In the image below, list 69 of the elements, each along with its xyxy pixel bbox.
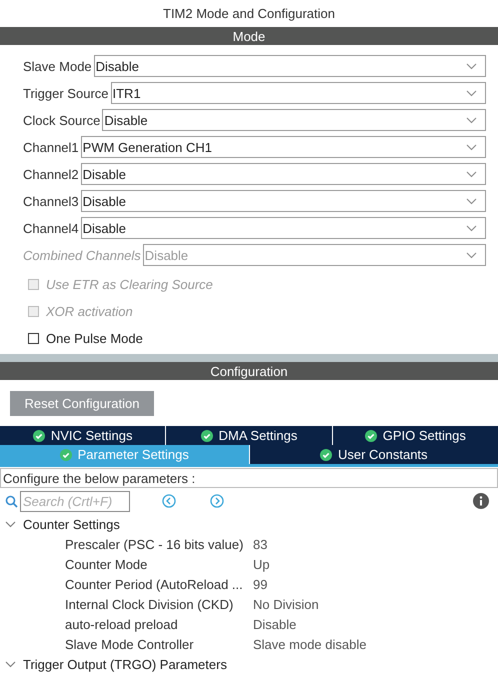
parameter-name: auto-reload preload	[65, 616, 179, 632]
parameter-name: Prescaler (PSC - 16 bits value)	[65, 536, 244, 552]
previous-icon[interactable]	[162, 494, 176, 508]
dropdown[interactable]: Disable	[80, 190, 486, 212]
parameter-name: Internal Clock Division (CKD)	[65, 596, 234, 612]
chevron-down-icon[interactable]	[5, 658, 16, 670]
window-title: TIM2 Mode and Configuration	[162, 5, 336, 23]
field-label: Channel4	[23, 220, 79, 236]
dropdown[interactable]: Disable	[102, 109, 486, 131]
parameter-value[interactable]: Up	[253, 556, 270, 572]
hint-text: Configure the below parameters :	[0, 468, 498, 488]
tab[interactable]: DMA Settings	[166, 426, 333, 445]
field-label: Clock Source	[23, 112, 100, 128]
parameter-name: Counter Period (AutoReload ...	[65, 576, 244, 592]
section-header: Mode	[0, 27, 498, 45]
section-header: Configuration	[0, 362, 498, 380]
dropdown[interactable]: Disable	[80, 217, 486, 239]
group-label: Counter Settings	[23, 516, 120, 532]
dropdown-value: ITR1	[112, 86, 141, 100]
field-label: Combined Channels	[23, 248, 141, 262]
group-label: Trigger Output (TRGO) Parameters	[23, 656, 227, 672]
chevron-down-icon	[466, 198, 477, 204]
check-circle-icon	[32, 430, 45, 442]
dropdown-value: Disable	[82, 166, 126, 182]
dropdown-value: Disable	[104, 112, 148, 128]
chevron-down-icon	[466, 224, 477, 232]
parameter-value[interactable]: 99	[253, 576, 268, 592]
dropdown-value: Disable	[96, 58, 140, 74]
chevron-down-icon	[466, 90, 477, 96]
field-label: Trigger Source	[23, 86, 108, 100]
parameter-value[interactable]: 83	[253, 536, 268, 552]
dropdown[interactable]: PWM Generation CH1	[80, 136, 486, 158]
chevron-down-icon	[466, 252, 477, 258]
search-field[interactable]: Search (Crtl+F)	[20, 490, 130, 512]
check-circle-icon	[60, 448, 72, 460]
chevron-down-icon	[466, 144, 477, 150]
dropdown[interactable]: ITR1	[110, 82, 486, 104]
dropdown-value: Disable	[82, 194, 126, 208]
chevron-down-icon	[466, 170, 477, 178]
dropdown[interactable]: Disable	[80, 163, 486, 185]
chevron-down-icon[interactable]	[5, 518, 16, 530]
checkbox[interactable]	[28, 333, 39, 344]
field-label: Channel1	[23, 140, 79, 154]
dropdown-value: Disable	[144, 248, 188, 262]
chevron-down-icon	[466, 116, 477, 124]
checkbox-label: XOR activation	[46, 304, 133, 319]
field-label: Channel2	[23, 166, 79, 182]
info-icon[interactable]	[473, 493, 489, 509]
field-label: Slave Mode	[23, 58, 92, 74]
tab[interactable]: NVIC Settings	[0, 426, 166, 445]
parameter-value[interactable]: Slave mode disable	[253, 636, 366, 652]
tab[interactable]: GPIO Settings	[332, 426, 498, 445]
dropdown-value: Disable	[82, 220, 126, 236]
parameter-name: Counter Mode	[65, 556, 148, 572]
dropdown[interactable]: Disable	[94, 55, 486, 77]
check-circle-icon	[364, 430, 377, 442]
tab[interactable]: User Constants	[250, 445, 498, 464]
field-label: Channel3	[23, 194, 79, 208]
search-icon	[5, 494, 18, 508]
check-circle-icon	[320, 448, 332, 460]
check-circle-icon	[200, 430, 213, 442]
dropdown-value: PWM Generation CH1	[82, 140, 212, 154]
chevron-down-icon	[466, 62, 477, 70]
parameter-value[interactable]: Disable	[253, 616, 296, 632]
checkbox-label: Use ETR as Clearing Source	[46, 277, 213, 292]
checkbox-label: One Pulse Mode	[46, 331, 143, 346]
parameter-value[interactable]: No Division	[253, 596, 319, 612]
next-icon[interactable]	[210, 494, 224, 508]
parameter-name: Slave Mode Controller	[65, 636, 195, 652]
